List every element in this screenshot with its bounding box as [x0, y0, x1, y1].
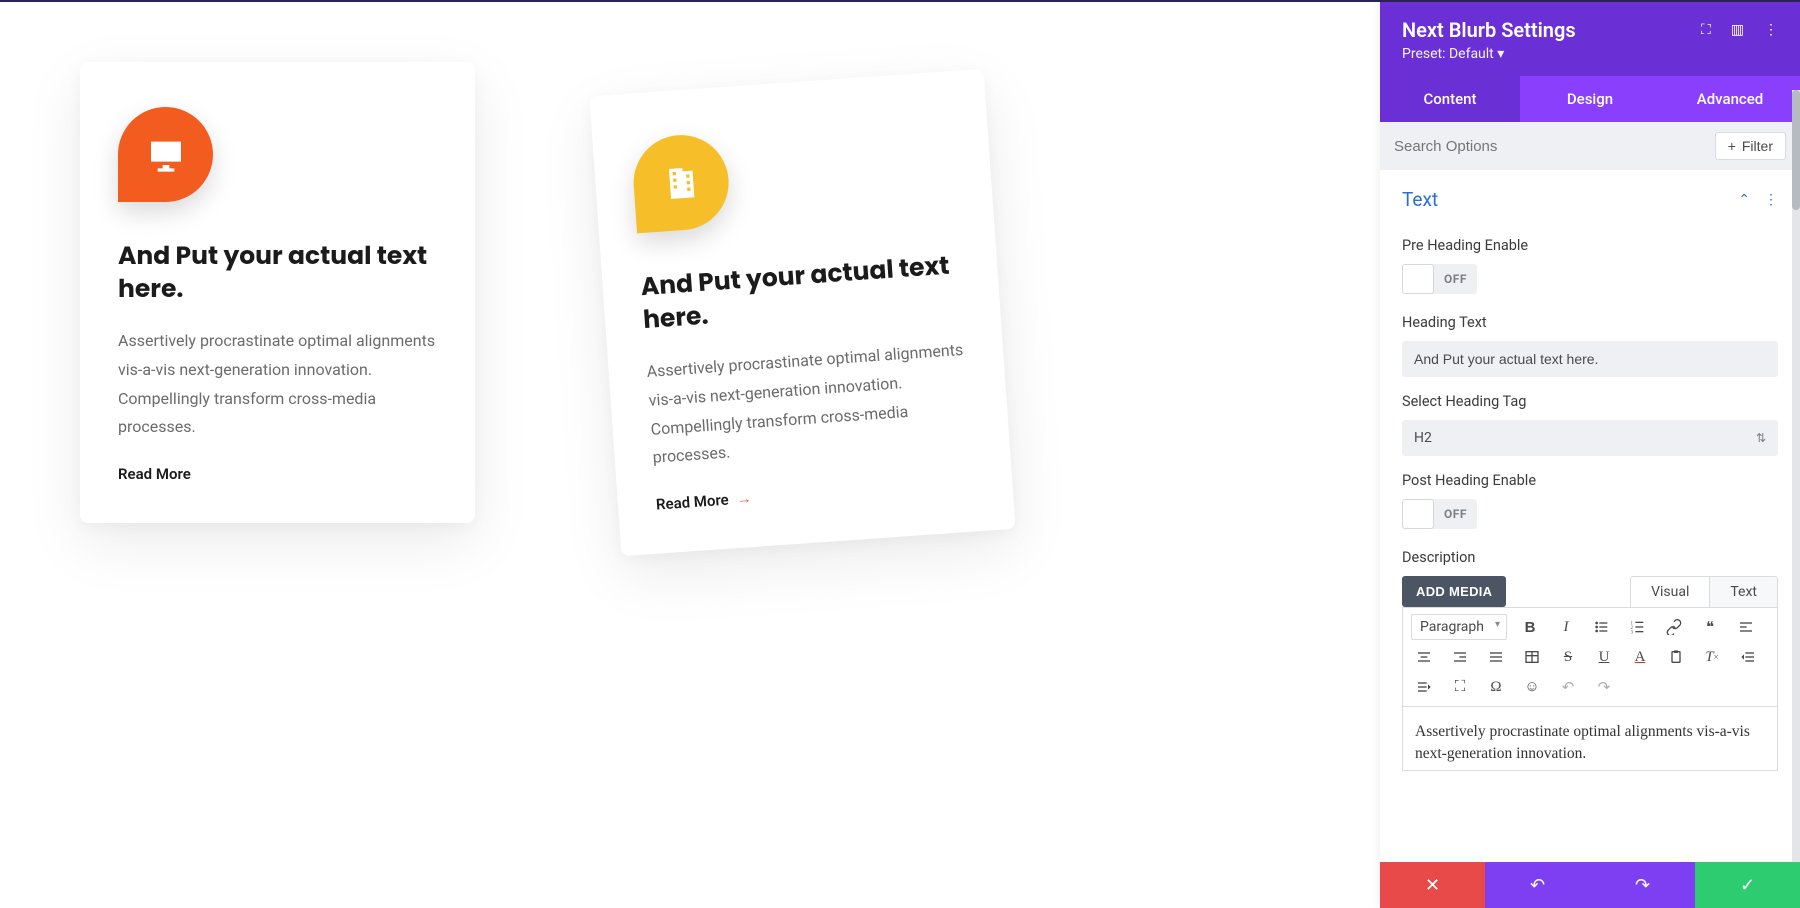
post-heading-label: Post Heading Enable	[1402, 472, 1778, 489]
toggle-knob	[1402, 499, 1434, 529]
bold-icon[interactable]: B	[1517, 614, 1543, 640]
description-label: Description	[1402, 549, 1778, 566]
redo-history-button[interactable]: ↷	[1590, 862, 1695, 908]
svg-text:3: 3	[1631, 631, 1634, 635]
quote-icon[interactable]: ❝	[1697, 614, 1723, 640]
read-more-label: Read More	[118, 465, 191, 483]
pre-heading-toggle[interactable]: OFF	[1402, 264, 1477, 294]
preset-dropdown[interactable]: Preset: Default ▾	[1402, 46, 1778, 62]
arrow-right-icon: →	[736, 489, 752, 508]
search-bar: + Filter	[1380, 122, 1800, 170]
outdent-icon[interactable]	[1735, 644, 1761, 670]
post-heading-toggle[interactable]: OFF	[1402, 499, 1477, 529]
text-color-icon[interactable]: A	[1627, 644, 1653, 670]
section-text-header[interactable]: Text ⌃ ⋮	[1402, 170, 1778, 221]
tab-advanced[interactable]: Advanced	[1660, 76, 1800, 122]
expand-icon[interactable]: ⛶	[1701, 22, 1711, 38]
align-justify-icon[interactable]	[1483, 644, 1509, 670]
table-icon[interactable]	[1519, 644, 1545, 670]
link-icon[interactable]	[1661, 614, 1687, 640]
heading-text-input[interactable]	[1402, 341, 1778, 377]
indent-icon[interactable]	[1411, 674, 1437, 700]
redo-icon[interactable]: ↷	[1591, 674, 1617, 700]
tab-content[interactable]: Content	[1380, 76, 1520, 122]
card-heading: And Put your actual text here.	[640, 249, 963, 336]
paragraph-select[interactable]: Paragraph	[1411, 614, 1507, 640]
building-icon	[630, 132, 731, 233]
panel-body: Text ⌃ ⋮ Pre Heading Enable OFF Heading …	[1380, 170, 1800, 862]
read-more-label: Read More	[655, 491, 729, 514]
heading-text-label: Heading Text	[1402, 314, 1778, 331]
section-more-icon[interactable]: ⋮	[1764, 192, 1778, 208]
editor-tab-visual[interactable]: Visual	[1631, 577, 1710, 607]
preview-area: And Put your actual text here. Assertive…	[0, 2, 1380, 908]
editor-content[interactable]: Assertively procrastinate optimal alignm…	[1402, 707, 1778, 771]
card-body: Assertively procrastinate optimal alignm…	[118, 327, 437, 442]
emoji-icon[interactable]: ☺	[1519, 674, 1545, 700]
fullscreen-icon[interactable]: ⛶	[1447, 674, 1473, 700]
select-heading-tag-label: Select Heading Tag	[1402, 393, 1778, 410]
bullet-list-icon[interactable]	[1589, 614, 1615, 640]
panel-footer: ✕ ↶ ↷ ✓	[1380, 862, 1800, 908]
clear-format-icon[interactable]: T×	[1699, 644, 1725, 670]
more-icon[interactable]: ⋮	[1764, 22, 1778, 38]
scrollbar[interactable]	[1792, 90, 1800, 862]
discard-button[interactable]: ✕	[1380, 862, 1485, 908]
read-more-link[interactable]: Read More →	[655, 489, 752, 514]
panel-title: Next Blurb Settings	[1402, 18, 1576, 42]
search-input[interactable]	[1394, 138, 1715, 155]
settings-panel: Next Blurb Settings ⛶ ▥ ⋮ Preset: Defaul…	[1380, 2, 1800, 908]
strike-icon[interactable]: S	[1555, 644, 1581, 670]
add-media-button[interactable]: ADD MEDIA	[1402, 576, 1506, 607]
blurb-card-1: And Put your actual text here. Assertive…	[80, 62, 475, 523]
special-char-icon[interactable]: Ω	[1483, 674, 1509, 700]
filter-label: Filter	[1742, 138, 1773, 154]
italic-icon[interactable]: I	[1553, 614, 1579, 640]
editor-toolbar: Paragraph B I 123 ❝ S U A T× ⛶	[1402, 607, 1778, 707]
panel-header: Next Blurb Settings ⛶ ▥ ⋮ Preset: Defaul…	[1380, 2, 1800, 76]
blurb-card-2: And Put your actual text here. Assertive…	[589, 69, 1015, 557]
snap-icon[interactable]: ▥	[1731, 22, 1744, 38]
toggle-state: OFF	[1434, 272, 1477, 286]
panel-tabs: Content Design Advanced	[1380, 76, 1800, 122]
plus-icon: +	[1728, 138, 1736, 154]
filter-button[interactable]: + Filter	[1715, 132, 1786, 160]
undo-icon[interactable]: ↶	[1555, 674, 1581, 700]
card-heading: And Put your actual text here.	[118, 240, 437, 305]
scrollbar-thumb[interactable]	[1792, 90, 1800, 210]
tab-design[interactable]: Design	[1520, 76, 1660, 122]
align-center-icon[interactable]	[1411, 644, 1437, 670]
editor-mode-tabs: Visual Text	[1630, 576, 1778, 607]
section-title: Text	[1402, 188, 1438, 211]
toggle-knob	[1402, 264, 1434, 294]
card-body: Assertively procrastinate optimal alignm…	[646, 336, 972, 473]
pre-heading-label: Pre Heading Enable	[1402, 237, 1778, 254]
read-more-link[interactable]: Read More	[118, 465, 191, 483]
monitor-icon	[118, 107, 213, 202]
toggle-state: OFF	[1434, 507, 1477, 521]
editor-tab-text[interactable]: Text	[1710, 577, 1777, 607]
undo-history-button[interactable]: ↶	[1485, 862, 1590, 908]
heading-tag-select[interactable]: H2	[1402, 420, 1778, 456]
align-left-icon[interactable]	[1733, 614, 1759, 640]
number-list-icon[interactable]: 123	[1625, 614, 1651, 640]
save-button[interactable]: ✓	[1695, 862, 1800, 908]
chevron-up-icon[interactable]: ⌃	[1738, 192, 1750, 208]
underline-icon[interactable]: U	[1591, 644, 1617, 670]
align-right-icon[interactable]	[1447, 644, 1473, 670]
paste-icon[interactable]	[1663, 644, 1689, 670]
